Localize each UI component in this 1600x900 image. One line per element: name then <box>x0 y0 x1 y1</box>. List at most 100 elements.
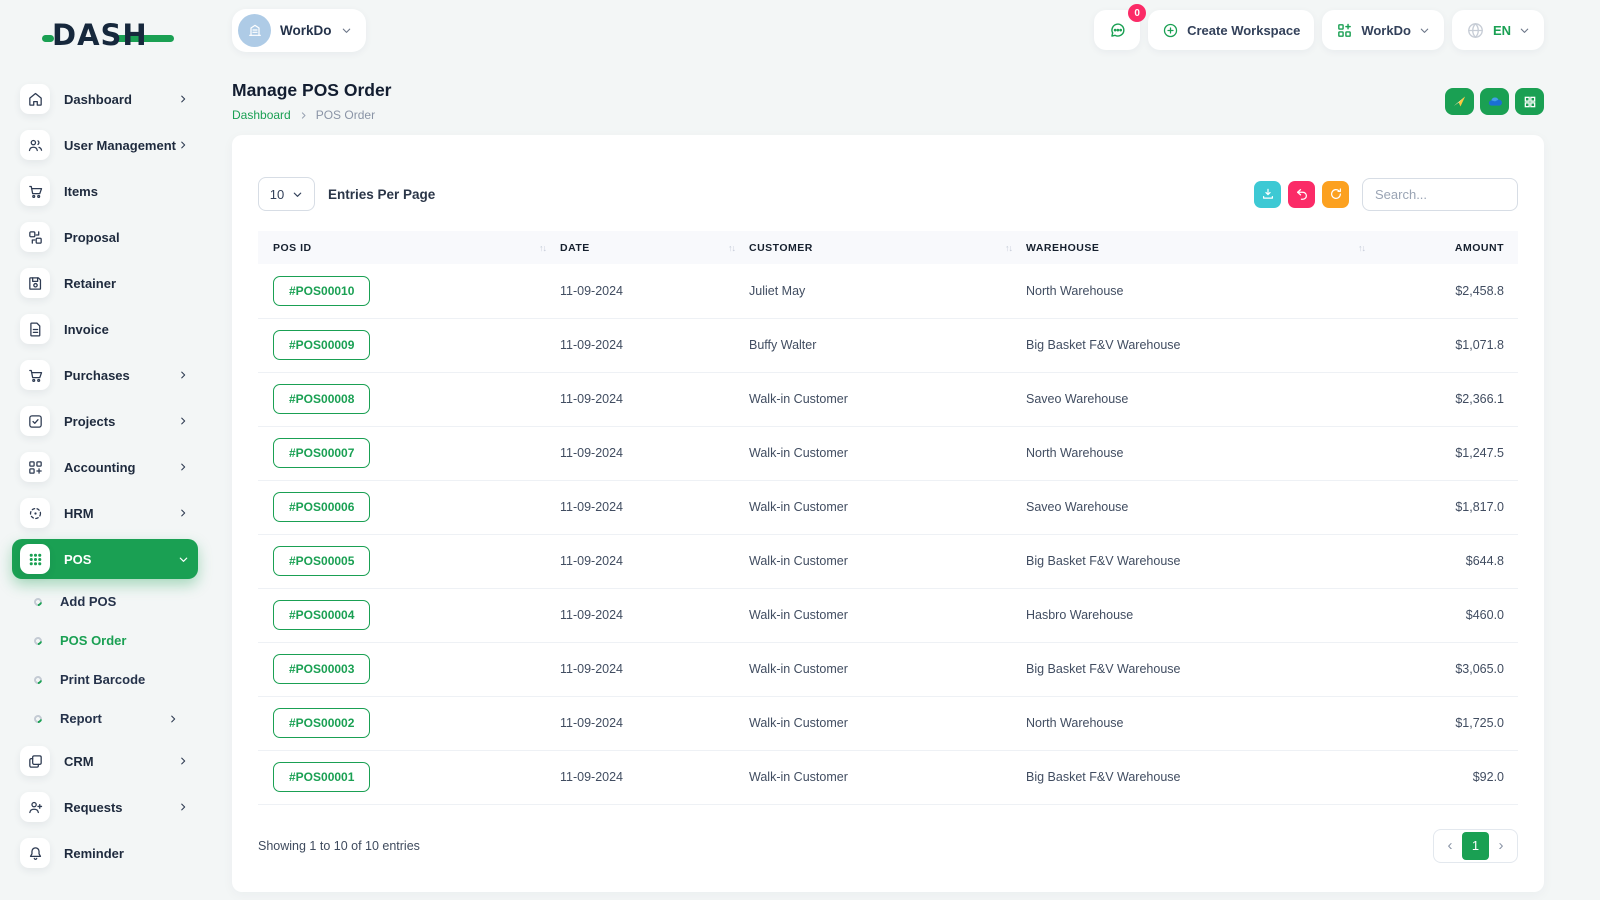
grid-dots-icon <box>20 544 50 574</box>
sidebar-item-accounting[interactable]: Accounting <box>12 444 198 490</box>
chevron-right-icon <box>301 111 306 119</box>
column-header-warehouse[interactable]: WAREHOUSE ↑↓ <box>1026 231 1379 264</box>
onedrive-button[interactable] <box>1480 88 1509 115</box>
language-label: EN <box>1492 22 1511 38</box>
sidebar-item-label: Invoice <box>64 321 109 337</box>
export-button[interactable] <box>1254 180 1281 208</box>
pos-id-badge[interactable]: #POS00001 <box>273 762 371 792</box>
table-row: #POS00007 11-09-2024 Walk-in Customer No… <box>258 425 1518 480</box>
entries-per-page-label: Entries Per Page <box>328 186 436 202</box>
sidebar-item-items[interactable]: Items <box>12 168 198 214</box>
table-row: #POS00008 11-09-2024 Walk-in Customer Sa… <box>258 371 1518 426</box>
pagination-page-1[interactable]: 1 <box>1462 831 1489 860</box>
table-toolbar: 10 Entries Per Page <box>258 177 1518 211</box>
create-workspace-button[interactable]: Create Workspace <box>1148 10 1315 50</box>
cell-warehouse: Big Basket F&V Warehouse <box>1026 317 1379 372</box>
sidebar-subitem-label: Report <box>60 711 102 726</box>
google-drive-button[interactable] <box>1445 88 1474 115</box>
cell-date: 11-09-2024 <box>560 371 749 426</box>
table-footer: Showing 1 to 10 of 10 entries ‹ 1 › <box>258 828 1518 863</box>
language-selector[interactable]: EN <box>1451 10 1544 50</box>
page-header-actions <box>1445 88 1544 115</box>
sidebar-subitem-pos-order[interactable]: POS Order <box>12 621 198 660</box>
pagination-next-button[interactable]: › <box>1489 837 1513 854</box>
sidebar-subitem-report[interactable]: Report <box>12 699 198 738</box>
column-header-date[interactable]: DATE ↑↓ <box>560 231 749 264</box>
sidebar-item-proposal[interactable]: Proposal <box>12 214 198 260</box>
sidebar-item-retainer[interactable]: Retainer <box>12 260 198 306</box>
workspace-selector[interactable]: WorkDo <box>232 8 366 52</box>
pos-id-badge[interactable]: #POS00006 <box>273 492 371 522</box>
sidebar-item-label: Retainer <box>64 275 117 291</box>
globe-icon <box>1466 21 1485 40</box>
sidebar-item-invoice[interactable]: Invoice <box>12 306 198 352</box>
download-icon <box>1261 187 1275 201</box>
pos-id-badge[interactable]: #POS00004 <box>273 600 371 630</box>
chevron-right-icon <box>176 508 190 518</box>
pos-id-badge[interactable]: #POS00003 <box>273 654 371 684</box>
breadcrumb-dashboard-link[interactable]: Dashboard <box>232 108 291 122</box>
grid-icon <box>1523 95 1537 109</box>
search-input[interactable] <box>1362 177 1518 211</box>
sidebar-item-dashboard[interactable]: Dashboard <box>12 76 198 122</box>
entries-value: 10 <box>269 186 285 202</box>
sidebar-item-user-management[interactable]: User Management <box>12 122 198 168</box>
messages-button[interactable]: 0 <box>1094 4 1147 50</box>
pos-id-badge[interactable]: #POS00009 <box>273 330 371 360</box>
sidebar-item-reminder[interactable]: Reminder <box>12 830 198 876</box>
sidebar-subitem-print-barcode[interactable]: Print Barcode <box>12 660 198 699</box>
cell-date: 11-09-2024 <box>560 533 749 588</box>
table-row: #POS00009 11-09-2024 Buffy Walter Big Ba… <box>258 317 1518 372</box>
pos-id-badge[interactable]: #POS00010 <box>273 275 371 306</box>
cell-customer: Walk-in Customer <box>749 533 1026 588</box>
sidebar-item-projects[interactable]: Projects <box>12 398 198 444</box>
sidebar: DASH Dashboard User Management Items Pro… <box>0 0 210 900</box>
page-title: Manage POS Order <box>232 80 392 100</box>
column-header-customer[interactable]: CUSTOMER ↑↓ <box>749 231 1026 264</box>
pos-id-badge[interactable]: #POS00007 <box>273 438 371 468</box>
pos-id-badge[interactable]: #POS00005 <box>273 546 371 576</box>
sidebar-item-hrm[interactable]: HRM <box>12 490 198 536</box>
column-header-amount[interactable]: AMOUNT <box>1379 231 1518 264</box>
entries-per-page-select[interactable]: 10 <box>258 177 315 211</box>
grid-view-button[interactable] <box>1515 88 1544 115</box>
cell-warehouse: Big Basket F&V Warehouse <box>1026 749 1379 804</box>
cell-amount: $460.0 <box>1379 587 1518 642</box>
pos-id-badge[interactable]: #POS00008 <box>273 384 371 414</box>
cell-customer: Walk-in Customer <box>749 749 1026 804</box>
bell-icon <box>20 838 50 868</box>
chevron-right-icon <box>176 370 190 380</box>
chat-icon <box>1108 21 1127 40</box>
refresh-button[interactable] <box>1322 180 1349 208</box>
cell-warehouse: North Warehouse <box>1026 425 1379 480</box>
cell-customer: Buffy Walter <box>749 317 1026 372</box>
sidebar-item-label: CRM <box>64 753 94 769</box>
sidebar-item-requests[interactable]: Requests <box>12 784 198 830</box>
pos-id-badge[interactable]: #POS00002 <box>273 708 371 738</box>
sidebar-subitem-label: Add POS <box>60 594 117 609</box>
chevron-right-icon <box>176 802 190 812</box>
reset-button[interactable] <box>1288 180 1315 208</box>
chevron-down-icon <box>176 554 190 565</box>
sidebar-item-crm[interactable]: CRM <box>12 738 198 784</box>
table-row: #POS00003 11-09-2024 Walk-in Customer Bi… <box>258 641 1518 696</box>
grid-plus-icon <box>20 452 50 482</box>
cell-amount: $2,458.8 <box>1455 283 1504 298</box>
cell-amount: $1,817.0 <box>1379 479 1518 534</box>
sidebar-item-pos[interactable]: POS <box>12 539 198 579</box>
table-row: #POS00005 11-09-2024 Walk-in Customer Bi… <box>258 533 1518 588</box>
sidebar-subitem-add-pos[interactable]: Add POS <box>12 582 198 621</box>
cart-icon <box>20 360 50 390</box>
sort-icon: ↑↓ <box>728 242 736 253</box>
pagination-prev-button[interactable]: ‹ <box>1438 837 1462 854</box>
pagination: ‹ 1 › <box>1433 828 1518 863</box>
workspace-menu-button[interactable]: WorkDo <box>1322 10 1444 50</box>
breadcrumb-current: POS Order <box>315 108 376 122</box>
cell-warehouse: Big Basket F&V Warehouse <box>1026 533 1379 588</box>
sidebar-item-purchases[interactable]: Purchases <box>12 352 198 398</box>
bullet-icon <box>32 634 44 647</box>
column-header-pos-id[interactable]: POS ID ↑↓ <box>258 231 560 264</box>
pos-order-card: 10 Entries Per Page Search... POS ID ↑↓ … <box>232 135 1544 892</box>
brand-logo[interactable]: DASH <box>42 18 182 58</box>
sidebar-item-label: Accounting <box>64 459 136 475</box>
